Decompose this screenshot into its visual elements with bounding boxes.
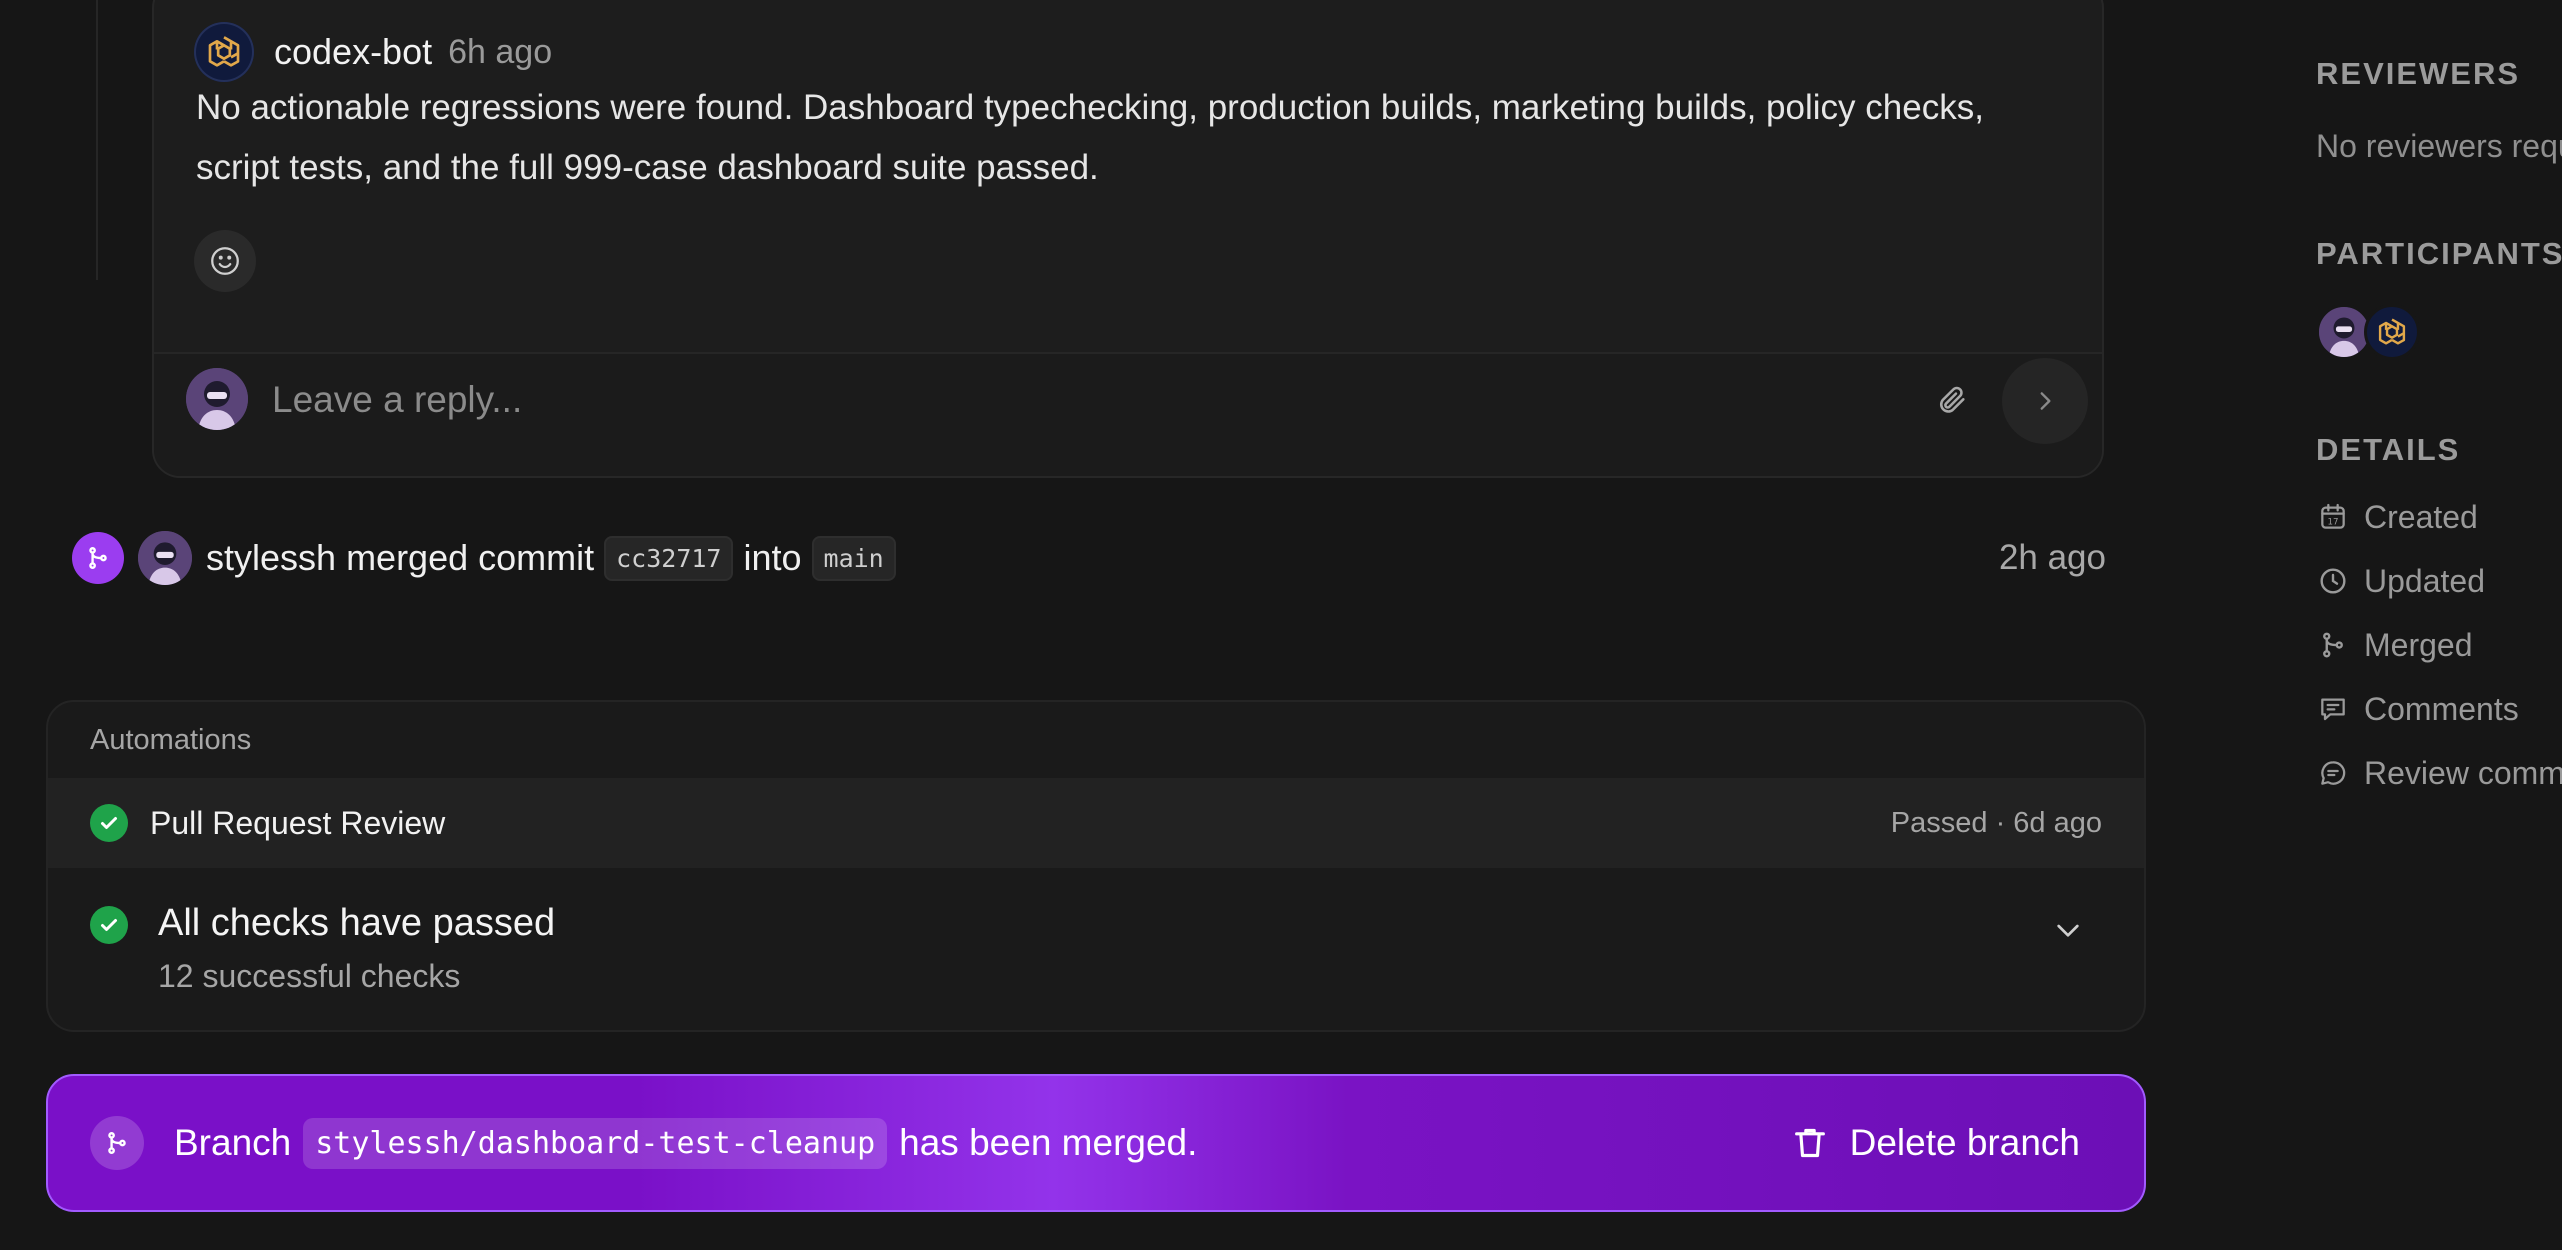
current-user-avatar[interactable]	[186, 368, 248, 430]
merge-into: into	[743, 537, 802, 578]
automation-label: Pull Request Review	[150, 804, 446, 841]
merge-verb: merged commit	[346, 537, 595, 578]
reviewers-note: No reviewers requested	[2316, 128, 2562, 164]
send-reply-button[interactable]	[2002, 358, 2088, 444]
merge-icon	[90, 1116, 144, 1170]
add-reaction-button[interactable]	[194, 230, 256, 292]
svg-text:17: 17	[2327, 517, 2338, 527]
merge-time: 2h ago	[1998, 538, 2106, 577]
participant-avatar-codex-bot[interactable]	[2364, 304, 2420, 360]
merge-event: stylessh merged commit cc32717 into main…	[72, 530, 2106, 586]
detail-label: Created	[2364, 498, 2478, 535]
automation-status: Passed · 6d ago	[1890, 806, 2102, 839]
attach-file-button[interactable]	[1924, 372, 1980, 428]
trash-icon	[1794, 1128, 1825, 1158]
paperclip-icon	[1939, 386, 1965, 413]
delete-branch-label: Delete branch	[1849, 1122, 2080, 1163]
target-branch[interactable]: main	[811, 535, 896, 581]
merge-icon	[89, 547, 107, 569]
reply-composer	[154, 352, 2102, 476]
checks-subtitle: 12 successful checks	[158, 958, 461, 994]
detail-review-comments: Review comments	[2316, 748, 2562, 798]
merge-user[interactable]: stylessh	[206, 537, 336, 579]
chevron-right-icon	[2040, 392, 2051, 410]
thread-line	[96, 0, 98, 280]
smile-icon	[211, 247, 239, 275]
comment-icon	[2316, 692, 2350, 726]
stylessh-avatar[interactable]	[138, 531, 192, 585]
merge-badge	[72, 532, 124, 584]
detail-created: 17 Created	[2316, 492, 2478, 542]
merge-icon	[2316, 628, 2350, 662]
checks-title: All checks have passed	[158, 902, 556, 944]
comment-header: codex-bot 6h ago	[194, 22, 552, 82]
codex-bot-avatar[interactable]	[194, 22, 254, 82]
pull-request-page: codex-bot 6h ago No actionable regressio…	[0, 0, 2562, 1250]
clock-icon	[2316, 564, 2350, 598]
participants-heading: PARTICIPANTS	[2316, 236, 2562, 271]
delete-branch-button[interactable]: Delete branch	[1790, 1112, 2080, 1174]
checks-summary[interactable]: All checks have passed 12 successful che…	[90, 902, 2106, 1012]
banner-prefix: Branch	[174, 1122, 292, 1163]
banner-message: Branch stylessh/dashboard-test-cleanup h…	[174, 1076, 1197, 1210]
check-passed-icon	[90, 804, 128, 842]
detail-comments: Comments	[2316, 684, 2519, 734]
automations-title: Automations	[90, 724, 252, 756]
commit-sha[interactable]: cc32717	[604, 535, 734, 581]
detail-merged: Merged	[2316, 620, 2473, 670]
reply-input[interactable]	[272, 372, 1812, 428]
check-passed-icon	[90, 906, 128, 944]
reviewers-heading: REVIEWERS	[2316, 56, 2521, 91]
participants-list	[2316, 304, 2436, 360]
banner-suffix: has been merged.	[899, 1122, 1198, 1163]
pr-sidebar: REVIEWERS No reviewers requested PARTICI…	[2316, 0, 2562, 1250]
comment-card: codex-bot 6h ago No actionable regressio…	[152, 0, 2104, 478]
detail-label: Review comments	[2364, 754, 2562, 791]
comment-time: 6h ago	[448, 32, 553, 71]
merged-branch-name[interactable]: stylessh/dashboard-test-cleanup	[303, 1117, 888, 1169]
review-comment-icon	[2316, 756, 2350, 790]
comment-body: No actionable regressions were found. Da…	[196, 88, 1984, 187]
expand-checks-button[interactable]	[2040, 902, 2096, 958]
merge-description: stylessh merged commit cc32717 into main	[206, 535, 906, 581]
openai-logo-icon	[208, 36, 240, 67]
comment-author[interactable]: codex-bot	[274, 31, 432, 73]
automation-row-pr-review[interactable]: Pull Request Review Passed · 6d ago	[48, 778, 2144, 868]
openai-logo-icon	[2378, 318, 2406, 345]
chevron-down-icon	[2057, 924, 2079, 937]
automations-panel: Automations Pull Request Review Passed ·…	[46, 700, 2146, 1032]
detail-label: Comments	[2364, 690, 2519, 727]
detail-label: Updated	[2364, 562, 2485, 599]
detail-label: Merged	[2364, 626, 2473, 663]
calendar-icon: 17	[2316, 500, 2350, 534]
details-heading: DETAILS	[2316, 432, 2461, 467]
branch-merged-banner: Branch stylessh/dashboard-test-cleanup h…	[46, 1074, 2146, 1212]
detail-updated: Updated	[2316, 556, 2485, 606]
